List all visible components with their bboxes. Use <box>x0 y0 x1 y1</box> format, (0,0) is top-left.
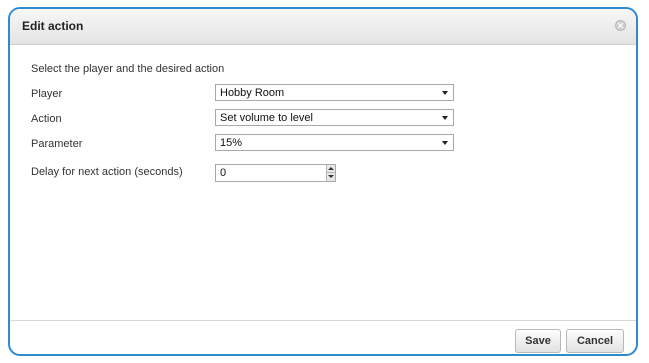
chevron-down-icon <box>442 141 448 145</box>
spinner-down-icon[interactable] <box>326 173 335 181</box>
chevron-down-icon <box>442 116 448 120</box>
close-icon[interactable] <box>615 20 626 31</box>
player-select[interactable]: Hobby Room <box>215 84 454 101</box>
delay-label: Delay for next action (seconds) <box>31 166 183 178</box>
action-select[interactable]: Set volume to level <box>215 109 454 126</box>
parameter-select[interactable]: 15% <box>215 134 454 151</box>
dialog-title: Edit action <box>22 19 84 33</box>
spinner-up-icon[interactable] <box>326 165 335 173</box>
delay-input[interactable] <box>220 167 315 179</box>
action-label: Action <box>31 113 62 125</box>
parameter-label: Parameter <box>31 138 83 150</box>
edit-action-dialog: Edit action Select the player and the de… <box>8 7 638 356</box>
parameter-select-value: 15% <box>220 137 243 149</box>
player-select-value: Hobby Room <box>220 87 285 99</box>
dialog-footer-divider <box>10 320 636 321</box>
cancel-button[interactable]: Cancel <box>566 329 624 353</box>
dialog-titlebar: Edit action <box>10 9 636 45</box>
instruction-text: Select the player and the desired action <box>31 63 225 75</box>
chevron-down-icon <box>442 91 448 95</box>
delay-spinner[interactable] <box>215 164 336 182</box>
player-label: Player <box>31 88 63 100</box>
save-button[interactable]: Save <box>515 329 561 353</box>
action-select-value: Set volume to level <box>220 112 313 124</box>
